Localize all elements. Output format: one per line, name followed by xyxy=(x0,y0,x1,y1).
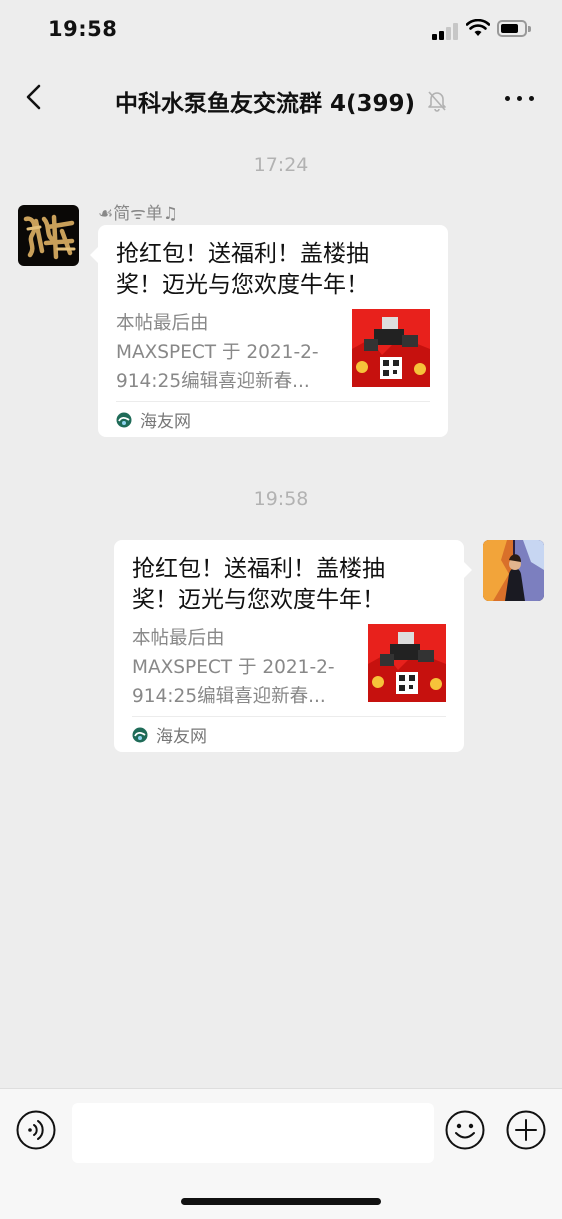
link-card[interactable]: 抢红包！送福利！盖楼抽 奖！迈光与您欢度牛年！ 本帖最后由 MAXSPECT 于… xyxy=(114,540,472,752)
card-thumbnail xyxy=(352,309,430,387)
card-source: 海友网 xyxy=(132,716,446,752)
sender-name: ☙简ᯤ单♫ xyxy=(98,204,179,224)
avatar-image xyxy=(18,205,79,266)
voice-icon[interactable] xyxy=(16,1110,56,1150)
avatar[interactable] xyxy=(483,540,544,601)
battery-icon xyxy=(497,20,531,37)
card-title: 抢红包！送福利！盖楼抽 奖！迈光与您欢度牛年！ xyxy=(132,556,385,613)
signal-icon xyxy=(432,22,460,40)
home-indicator xyxy=(181,1198,381,1205)
chat-title: 中科水泵鱼友交流群 4(399) xyxy=(114,91,416,117)
card-description: 本帖最后由 MAXSPECT 于 2021-2- 914:25编辑喜迎新春... xyxy=(132,628,335,707)
card-description: 本帖最后由 MAXSPECT 于 2021-2- 914:25编辑喜迎新春... xyxy=(116,313,319,392)
timestamp: 17:24 xyxy=(253,154,309,176)
chat-title-wrap: 中科水泵鱼友交流群 4(399) xyxy=(0,84,562,118)
bell-muted-icon xyxy=(428,91,446,112)
emoji-icon[interactable] xyxy=(445,1110,485,1150)
card-title: 抢红包！送福利！盖楼抽 奖！迈光与您欢度牛年！ xyxy=(116,241,369,298)
card-source: 海友网 xyxy=(116,401,430,437)
status-time: 19:58 xyxy=(48,17,118,41)
avatar-image xyxy=(483,540,544,601)
source-logo-icon xyxy=(116,412,132,427)
timestamp: 19:58 xyxy=(253,488,309,510)
status-bar: 19:58 xyxy=(0,0,562,60)
avatar[interactable] xyxy=(18,205,79,266)
plus-icon[interactable] xyxy=(506,1110,546,1150)
message-input[interactable] xyxy=(72,1103,434,1163)
link-card[interactable]: 抢红包！送福利！盖楼抽 奖！迈光与您欢度牛年！ 本帖最后由 MAXSPECT 于… xyxy=(90,225,448,437)
more-dots-icon[interactable] xyxy=(505,93,535,103)
source-logo-icon xyxy=(132,727,148,742)
chat-header: 中科水泵鱼友交流群 4(399) xyxy=(0,60,562,138)
card-thumbnail xyxy=(368,624,446,702)
wifi-icon xyxy=(466,19,490,36)
